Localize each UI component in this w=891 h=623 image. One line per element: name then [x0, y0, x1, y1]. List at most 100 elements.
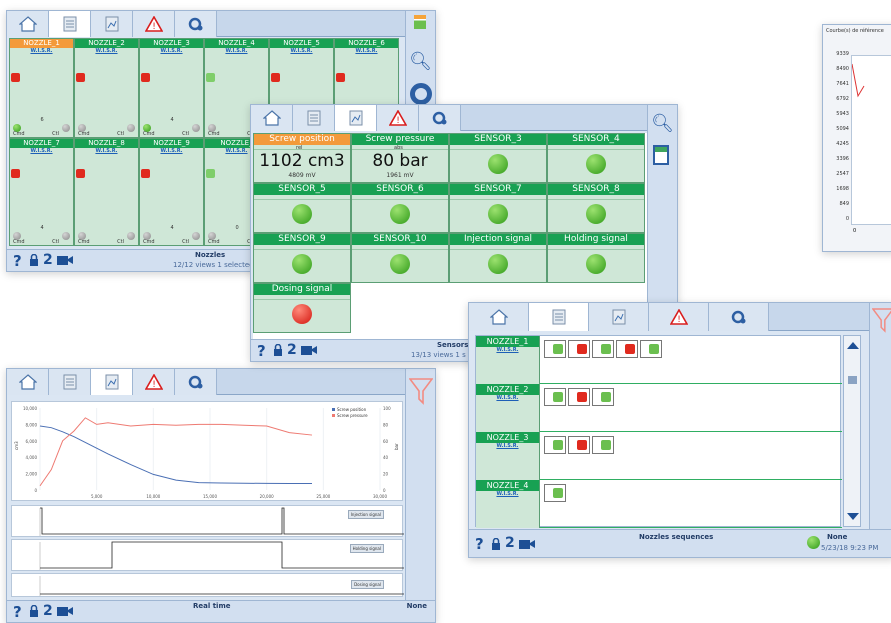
help-icon[interactable]: ? [257, 342, 266, 360]
wisr-link[interactable]: W.I.S.R. [476, 491, 539, 497]
sequence-step[interactable] [592, 340, 614, 358]
nozzle-cell[interactable]: NOZZLE_7 W.I.S.R. 4 Cmd Ctl [9, 138, 74, 246]
scrollbar[interactable] [843, 335, 861, 527]
sensor-subbar [450, 195, 546, 200]
scroll-up-icon[interactable] [847, 342, 859, 349]
filter-icon[interactable] [872, 307, 891, 333]
sequence-row[interactable]: NOZZLE_1 W.I.S.R. [476, 336, 842, 384]
filter-icon[interactable] [409, 377, 433, 405]
scroll-thumb[interactable] [848, 376, 857, 384]
wisr-link[interactable]: W.I.S.R. [140, 48, 203, 54]
ctl-led [127, 232, 135, 240]
wisr-link[interactable]: W.I.S.R. [10, 148, 73, 154]
sequence-step[interactable] [544, 436, 566, 454]
sequence-step[interactable] [544, 340, 566, 358]
user-level: 2 [505, 535, 515, 551]
wisr-link[interactable]: W.I.S.R. [476, 443, 539, 449]
tab-nozzles[interactable] [529, 303, 589, 331]
sensor-cell[interactable]: SENSOR_9 [253, 233, 351, 283]
sequence-step[interactable] [568, 388, 590, 406]
wisr-link[interactable]: W.I.S.R. [270, 48, 333, 54]
nozzle-count: 0 [235, 225, 239, 231]
wisr-link[interactable]: W.I.S.R. [75, 148, 138, 154]
sequence-row[interactable]: NOZZLE_4 W.I.S.R. [476, 480, 842, 528]
wisr-link[interactable]: W.I.S.R. [476, 395, 539, 401]
wisr-link[interactable]: W.I.S.R. [476, 347, 539, 353]
lock-icon[interactable] [29, 254, 39, 266]
tab-nozzles[interactable] [293, 105, 335, 131]
tab-alarms[interactable]: ! [133, 369, 175, 395]
tab-sensors[interactable] [335, 105, 377, 131]
table-settings-icon[interactable] [653, 145, 669, 165]
sensor-cell[interactable]: Screw position rel 1102 cm3 4809 mV [253, 133, 351, 183]
sequence-step[interactable] [568, 340, 590, 358]
sequence-step[interactable] [544, 484, 566, 502]
sensor-cell[interactable]: Screw pressure abs 80 bar 1961 mV [351, 133, 449, 183]
sequence-row[interactable]: NOZZLE_3 W.I.S.R. [476, 432, 842, 480]
nozzle-cell[interactable]: NOZZLE_9 W.I.S.R. 4 Cmd Ctl [139, 138, 204, 246]
tab-alarms[interactable]: ! [133, 11, 175, 37]
lock-icon[interactable] [273, 344, 283, 356]
camera-icon[interactable] [57, 606, 73, 616]
nozzle-header: NOZZLE_5 [270, 39, 333, 48]
sequence-step[interactable] [568, 436, 590, 454]
document-icon [552, 309, 565, 325]
tab-home[interactable] [251, 105, 293, 131]
search-sort-icon[interactable]: 🔍︎ [651, 113, 674, 134]
sensor-cell[interactable]: SENSOR_3 [449, 133, 547, 183]
sensor-cell[interactable]: Holding signal [547, 233, 645, 283]
sequence-step[interactable] [592, 388, 614, 406]
sensor-cell[interactable]: SENSOR_5 [253, 183, 351, 233]
wisr-link[interactable]: W.I.S.R. [205, 48, 268, 54]
sequence-step[interactable] [640, 340, 662, 358]
help-icon[interactable]: ? [475, 535, 484, 553]
camera-icon[interactable] [519, 539, 535, 549]
sensor-cell[interactable]: SENSOR_4 [547, 133, 645, 183]
search-sort-icon[interactable]: 🔍︎ [409, 51, 432, 72]
tab-settings[interactable] [419, 105, 461, 131]
nozzle-cell[interactable]: NOZZLE_8 W.I.S.R. Cmd Ctl [74, 138, 139, 246]
ref-y-tick: 9339 [836, 51, 849, 57]
screw-pressure-line [39, 417, 313, 487]
sequence-row[interactable]: NOZZLE_2 W.I.S.R. [476, 384, 842, 432]
nozzle-cell[interactable]: NOZZLE_2 W.I.S.R. Cmd Ctl [74, 38, 139, 138]
tab-charts[interactable] [589, 303, 649, 331]
sequence-step[interactable] [616, 340, 638, 358]
tab-home[interactable] [7, 369, 49, 395]
tab-alarms[interactable]: ! [377, 105, 419, 131]
tab-home[interactable] [469, 303, 529, 331]
nozzle-cell[interactable]: NOZZLE_1 W.I.S.R. 6 Cmd Ctl [9, 38, 74, 138]
tab-nozzles[interactable] [49, 11, 91, 37]
tab-settings[interactable] [175, 11, 217, 37]
help-icon[interactable]: ? [13, 603, 22, 621]
wisr-link[interactable]: W.I.S.R. [335, 48, 398, 54]
help-icon[interactable]: ? [13, 252, 22, 270]
sensor-cell[interactable]: SENSOR_7 [449, 183, 547, 233]
sensor-cell[interactable]: Dosing signal [253, 283, 351, 333]
camera-icon[interactable] [301, 345, 317, 355]
tab-charts[interactable] [91, 11, 133, 37]
sensor-cell[interactable]: SENSOR_8 [547, 183, 645, 233]
lock-icon[interactable] [491, 538, 501, 550]
lock-icon[interactable] [29, 605, 39, 617]
sequence-step[interactable] [592, 436, 614, 454]
scroll-down-icon[interactable] [847, 513, 859, 520]
tab-home[interactable] [7, 11, 49, 37]
tab-settings[interactable] [175, 369, 217, 395]
sequence-step[interactable] [544, 388, 566, 406]
wisr-link[interactable]: W.I.S.R. [75, 48, 138, 54]
tab-charts[interactable] [91, 369, 133, 395]
gear-icon[interactable] [410, 83, 432, 105]
camera-icon[interactable] [57, 255, 73, 265]
wisr-link[interactable]: W.I.S.R. [140, 148, 203, 154]
tab-alarms[interactable]: ! [649, 303, 709, 331]
tab-settings[interactable] [709, 303, 769, 331]
wisr-link[interactable]: W.I.S.R. [10, 48, 73, 54]
sensor-cell[interactable]: SENSOR_10 [351, 233, 449, 283]
sensor-cell[interactable]: SENSOR_6 [351, 183, 449, 233]
sensor-cell[interactable]: Injection signal [449, 233, 547, 283]
nozzle-cell[interactable]: NOZZLE_3 W.I.S.R. 4 Cmd Ctl [139, 38, 204, 138]
tab-nozzles[interactable] [49, 369, 91, 395]
sensor-subbar [450, 145, 546, 150]
injection-signal-chart: Injection signal [11, 505, 404, 537]
